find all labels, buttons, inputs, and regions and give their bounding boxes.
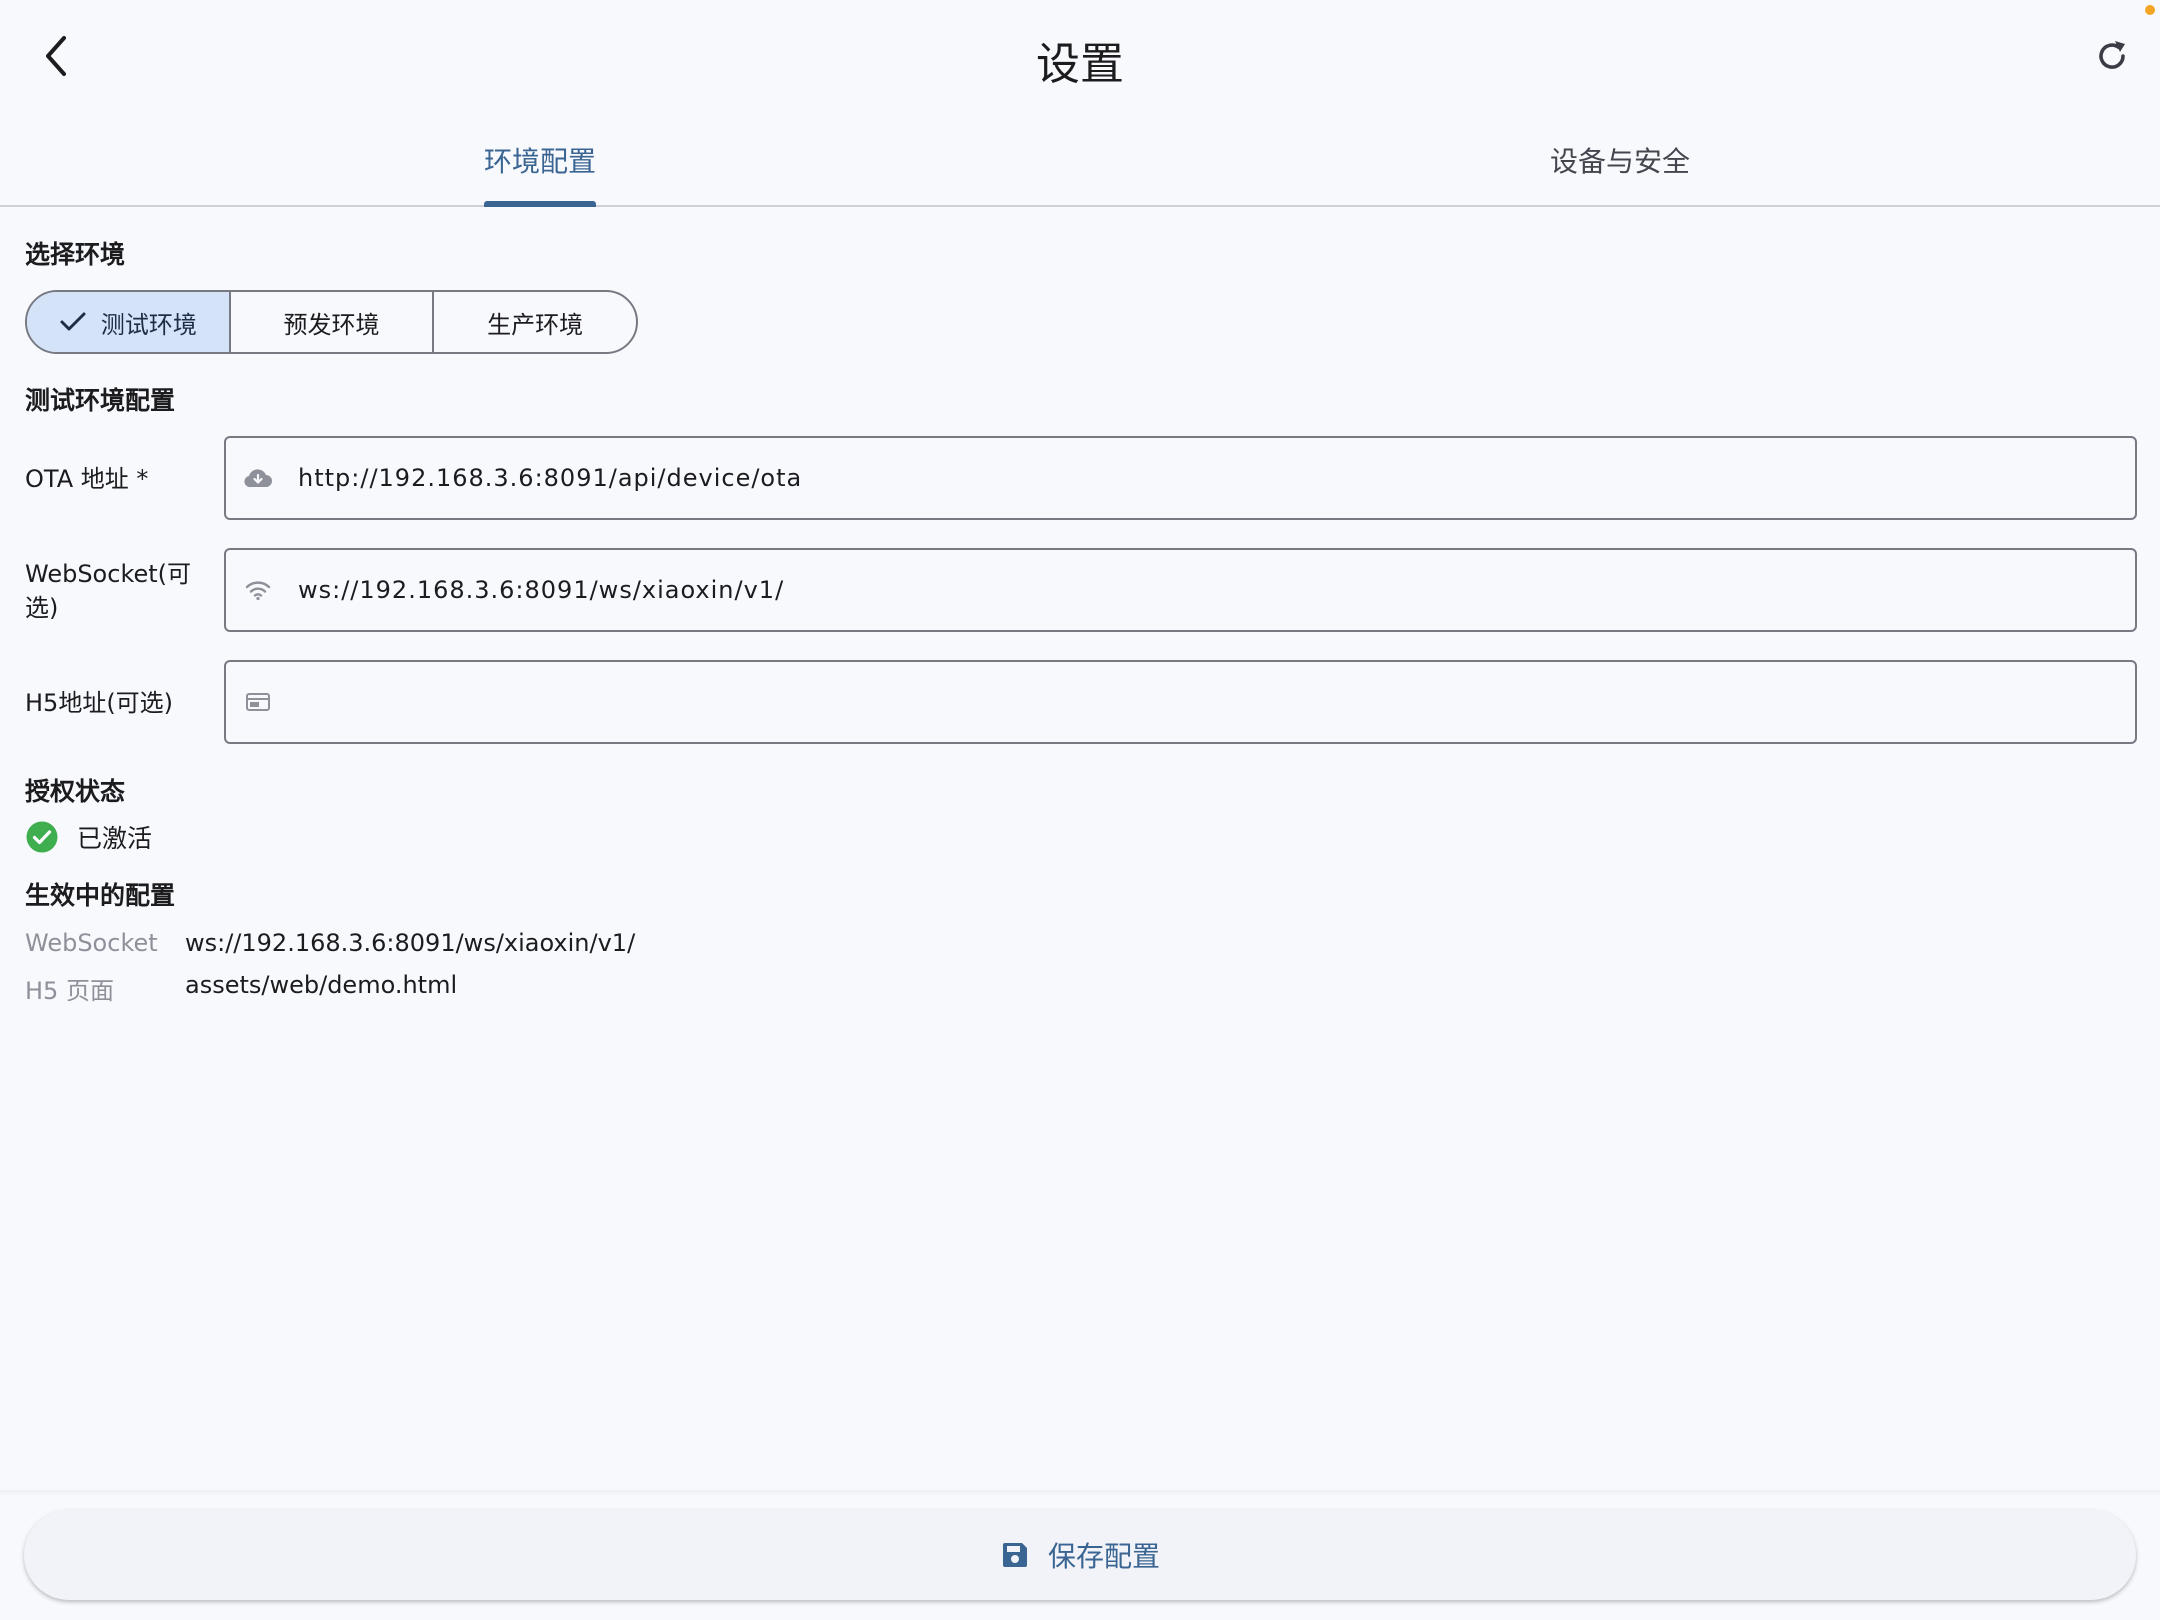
h5-input[interactable] [290,662,2135,742]
wifi-icon [226,579,290,601]
status-indicator-dot [2145,5,2155,15]
save-config-button[interactable]: 保存配置 [24,1510,2136,1600]
cloud-download-icon [226,467,290,489]
save-icon [1002,1543,1027,1567]
tab-active-indicator [484,201,596,207]
check-circle-icon [26,821,58,853]
effective-row-h5: H5 页面 assets/web/demo.html [25,971,457,1006]
web-window-icon [226,691,290,713]
websocket-field[interactable] [224,548,2137,632]
save-config-label: 保存配置 [1047,1540,1160,1573]
websocket-input[interactable] [290,550,2135,630]
check-icon [59,311,87,333]
env-option-production[interactable]: 生产环境 [434,292,636,352]
h5-field[interactable] [224,660,2137,744]
websocket-label-line1: WebSocket(可 [25,560,192,588]
websocket-label-line2: 选) [25,594,59,622]
effective-key: H5 页面 [25,977,114,1005]
effective-config-title: 生效中的配置 [25,881,176,910]
env-option-label: 测试环境 [100,310,197,339]
env-config-title: 测试环境配置 [25,386,176,415]
env-option-label: 预发环境 [283,310,380,339]
page-title: 设置 [1036,39,1124,90]
auth-status-row: 已激活 [25,820,152,854]
env-option-test[interactable]: 测试环境 [27,292,231,352]
bottom-bar-divider [0,1490,2160,1496]
refresh-icon [2099,41,2125,69]
auth-status-text: 已激活 [77,824,153,853]
settings-page: 设置 环境配置 设备与安全 选择环境 测试环境 预发环境 生产环境 测试环境配置… [0,0,2160,1620]
tab-bar: 环境配置 设备与安全 [0,115,2160,207]
tab-device-security[interactable]: 设备与安全 [1080,115,2160,205]
app-header: 设置 [0,0,2160,115]
refresh-button[interactable] [2086,28,2138,84]
ota-field[interactable] [224,436,2137,520]
ota-input[interactable] [290,438,2135,518]
h5-label: H5地址(可选) [25,689,174,717]
select-env-title: 选择环境 [25,240,126,269]
effective-value: ws://192.168.3.6:8091/ws/xiaoxin/v1/ [185,929,636,957]
env-option-label: 生产环境 [487,310,584,339]
effective-row-websocket: WebSocket ws://192.168.3.6:8091/ws/xiaox… [25,929,635,957]
ota-label: OTA 地址 * [25,465,149,493]
effective-key: WebSocket [25,929,158,957]
auth-status-title: 授权状态 [25,777,126,806]
effective-value: assets/web/demo.html [185,971,458,999]
env-segmented-control: 测试环境 预发环境 生产环境 [25,290,638,354]
env-option-staging[interactable]: 预发环境 [231,292,435,352]
tab-env-config[interactable]: 环境配置 [0,115,1080,205]
websocket-label: WebSocket(可 选) [25,557,191,625]
